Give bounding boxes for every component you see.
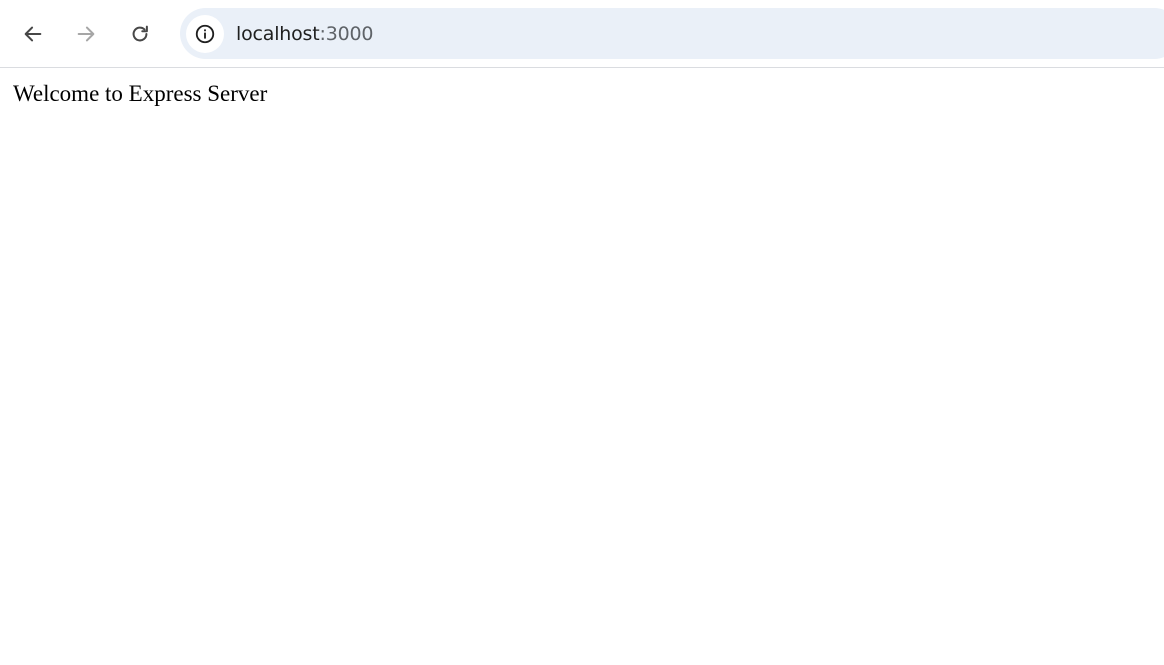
address-bar[interactable]: localhost:3000	[180, 8, 1164, 59]
arrow-right-icon	[77, 26, 95, 42]
url-port: :3000	[319, 22, 374, 45]
reload-icon	[132, 25, 148, 42]
address-url[interactable]: localhost:3000	[236, 23, 373, 45]
url-host: localhost	[236, 22, 320, 45]
page-content: Welcome to Express Server	[0, 69, 1164, 665]
info-icon	[195, 24, 215, 43]
forward-button[interactable]	[66, 14, 106, 54]
site-info-button[interactable]	[186, 14, 224, 53]
browser-toolbar: localhost:3000	[0, 0, 1164, 68]
reload-button[interactable]	[120, 14, 160, 54]
arrow-left-icon	[24, 26, 42, 42]
back-button[interactable]	[13, 14, 53, 54]
welcome-text: Welcome to Express Server	[13, 81, 268, 106]
